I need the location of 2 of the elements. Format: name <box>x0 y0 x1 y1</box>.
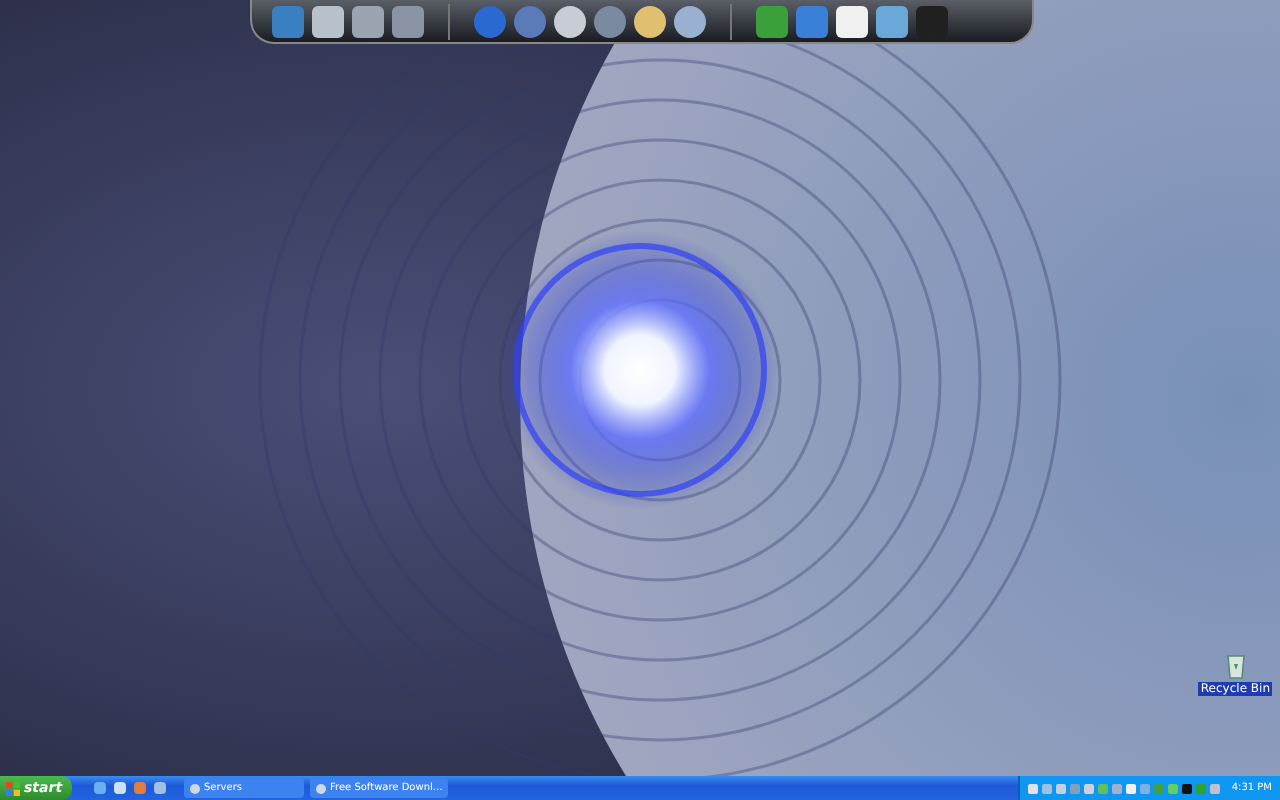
recycle-bin-icon[interactable] <box>1223 652 1248 680</box>
windows-flag-icon <box>6 781 20 795</box>
